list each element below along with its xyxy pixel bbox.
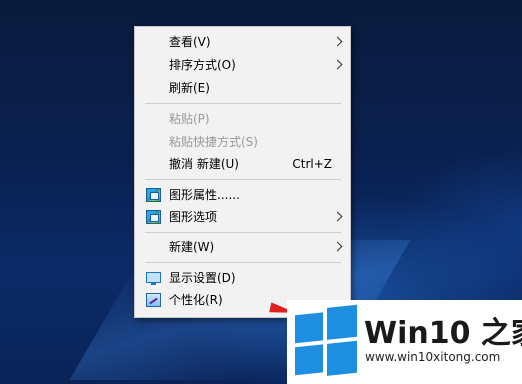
desktop-context-menu: 查看(V) 排序方式(O) 刷新(E) 粘贴(P) 粘贴快捷方式(S) 撤消 新… — [134, 26, 351, 318]
menu-separator — [145, 232, 341, 233]
menu-separator — [145, 103, 341, 104]
menu-item-label: 新建(W) — [169, 240, 215, 254]
personalize-icon — [146, 293, 161, 307]
menu-item-refresh[interactable]: 刷新(E) — [136, 77, 349, 99]
menu-item-label: 图形选项 — [169, 210, 218, 224]
watermark-title: Win10 之家 — [364, 316, 522, 351]
menu-item-label: 排序方式(O) — [169, 58, 236, 72]
menu-separator — [145, 262, 341, 263]
watermark-url: www.win10xitong.com — [365, 350, 501, 364]
menu-item-undo-new[interactable]: 撤消 新建(U) Ctrl+Z — [136, 153, 349, 175]
menu-separator — [145, 179, 341, 180]
menu-item-label: 粘贴快捷方式(S) — [169, 135, 258, 149]
watermark-box: Win10 之家 www.win10xitong.com — [287, 300, 522, 384]
graphics-properties-icon — [146, 188, 161, 202]
menu-item-label: 图形属性...... — [169, 188, 240, 202]
menu-item-view[interactable]: 查看(V) — [136, 31, 349, 53]
menu-item-label: 个性化(R) — [169, 293, 223, 307]
menu-item-label: 刷新(E) — [169, 81, 210, 95]
menu-item-paste-shortcut: 粘贴快捷方式(S) — [136, 131, 349, 153]
menu-item-graphics-options[interactable]: 图形选项 — [136, 206, 349, 228]
graphics-options-icon — [146, 210, 161, 224]
menu-item-graphics-properties[interactable]: 图形属性...... — [136, 184, 349, 206]
chevron-right-icon — [332, 36, 343, 47]
menu-item-label: 撤消 新建(U) — [169, 157, 239, 171]
windows-logo-icon — [295, 304, 357, 378]
menu-item-label: 显示设置(D) — [169, 271, 236, 285]
chevron-right-icon — [332, 241, 343, 252]
chevron-right-icon — [332, 211, 343, 222]
menu-item-paste: 粘贴(P) — [136, 108, 349, 130]
menu-item-label: 粘贴(P) — [169, 112, 210, 126]
menu-item-new[interactable]: 新建(W) — [136, 236, 349, 258]
menu-item-sort-by[interactable]: 排序方式(O) — [136, 54, 349, 76]
display-settings-icon — [146, 272, 161, 285]
menu-item-display-settings[interactable]: 显示设置(D) — [136, 267, 349, 289]
menu-item-shortcut: Ctrl+Z — [292, 157, 332, 171]
chevron-right-icon — [332, 59, 343, 70]
menu-item-label: 查看(V) — [169, 35, 211, 49]
